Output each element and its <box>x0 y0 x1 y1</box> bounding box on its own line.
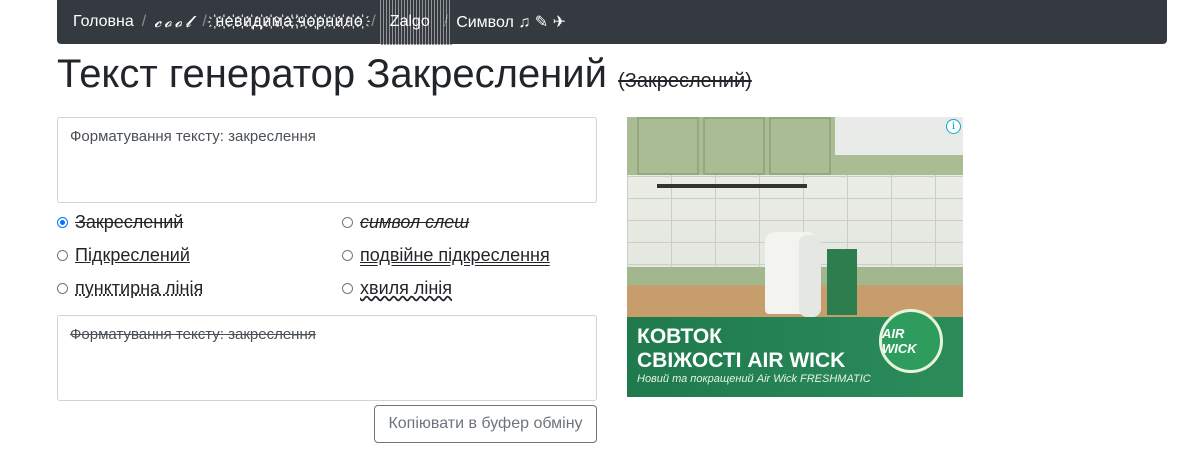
ad-product-box <box>827 249 857 315</box>
breadcrumb-separator: / <box>443 13 449 30</box>
option-strikethrough-label: Закреслений <box>75 212 184 232</box>
radio-wave-line[interactable] <box>342 283 353 294</box>
breadcrumb-separator: / <box>371 13 376 30</box>
nav-cool-link[interactable]: 𝓬𝓸𝓸𝓵 <box>154 12 194 32</box>
radio-dotted-line[interactable] <box>57 283 68 294</box>
output-text-area[interactable]: Форматування тексту: закреслення <box>57 315 597 401</box>
ad-headline-1: КОВТОК <box>637 325 722 348</box>
ad-headline-2: СВІЖОСТІ AIR WICK <box>637 349 846 372</box>
ad-utensil-rail <box>657 184 807 188</box>
page-title: Текст генератор Закреслений (Закреслений… <box>57 52 752 97</box>
page-subtitle: (Закреслений) <box>618 70 752 92</box>
radio-slash[interactable] <box>342 217 353 228</box>
radio-double-underline[interactable] <box>342 250 353 261</box>
advertisement-banner[interactable]: КОВТОК СВІЖОСТІ AIR WICK Новий та покращ… <box>627 117 963 397</box>
breadcrumb-separator: / <box>202 13 207 30</box>
option-dotted-line[interactable]: пунктирна лінія <box>57 278 203 299</box>
ad-tagline: Новий та покращений Air Wick FRESHMATIC <box>637 373 871 385</box>
option-underline[interactable]: Підкреслений <box>57 245 190 266</box>
ad-product-refill <box>799 235 821 317</box>
breadcrumb-navbar: Головна / 𝓬𝓸𝓸𝓵 / ҉н҉е҉в҉и҉д҉и҉м҉а҉ ҉ч҉о҉… <box>57 0 1167 47</box>
text-input[interactable]: Форматування тексту: закреслення <box>57 117 597 203</box>
nav-zalgo-link[interactable]: Zalgo <box>379 0 452 47</box>
ad-range-hood <box>835 117 963 155</box>
option-slash[interactable]: символ слеш <box>342 212 469 233</box>
nav-home-link[interactable]: Головна <box>73 13 134 31</box>
nav-zalgo-label: Zalgo <box>389 13 430 30</box>
page-title-text: Текст генератор Закреслений <box>57 52 607 96</box>
nav-symbol-link[interactable]: Символ ♫ ✎ ✈ <box>456 12 566 32</box>
copy-to-clipboard-button[interactable]: Копіювати в буфер обміну <box>374 405 597 443</box>
ad-brand-logo: AIR WICK <box>879 309 943 373</box>
option-strikethrough[interactable]: Закреслений <box>57 212 183 233</box>
option-underline-label: Підкреслений <box>75 245 190 265</box>
option-wave-line[interactable]: хвиля лінія <box>342 278 452 299</box>
info-icon[interactable]: i <box>946 119 961 134</box>
option-dotted-line-label: пунктирна лінія <box>75 278 204 298</box>
radio-strikethrough[interactable] <box>57 217 68 228</box>
option-double-underline-label: подвійне підкреслення <box>360 245 550 265</box>
option-wave-line-label: хвиля лінія <box>360 278 453 298</box>
option-slash-label: символ слеш <box>360 212 470 232</box>
option-double-underline[interactable]: подвійне підкреслення <box>342 245 550 266</box>
breadcrumb-separator: / <box>141 13 147 30</box>
nav-invisible-ink-link[interactable]: ҉н҉е҉в҉и҉д҉и҉м҉а҉ ҉ч҉о҉р҉н҉и҉л҉о҉ <box>215 13 363 31</box>
radio-underline[interactable] <box>57 250 68 261</box>
